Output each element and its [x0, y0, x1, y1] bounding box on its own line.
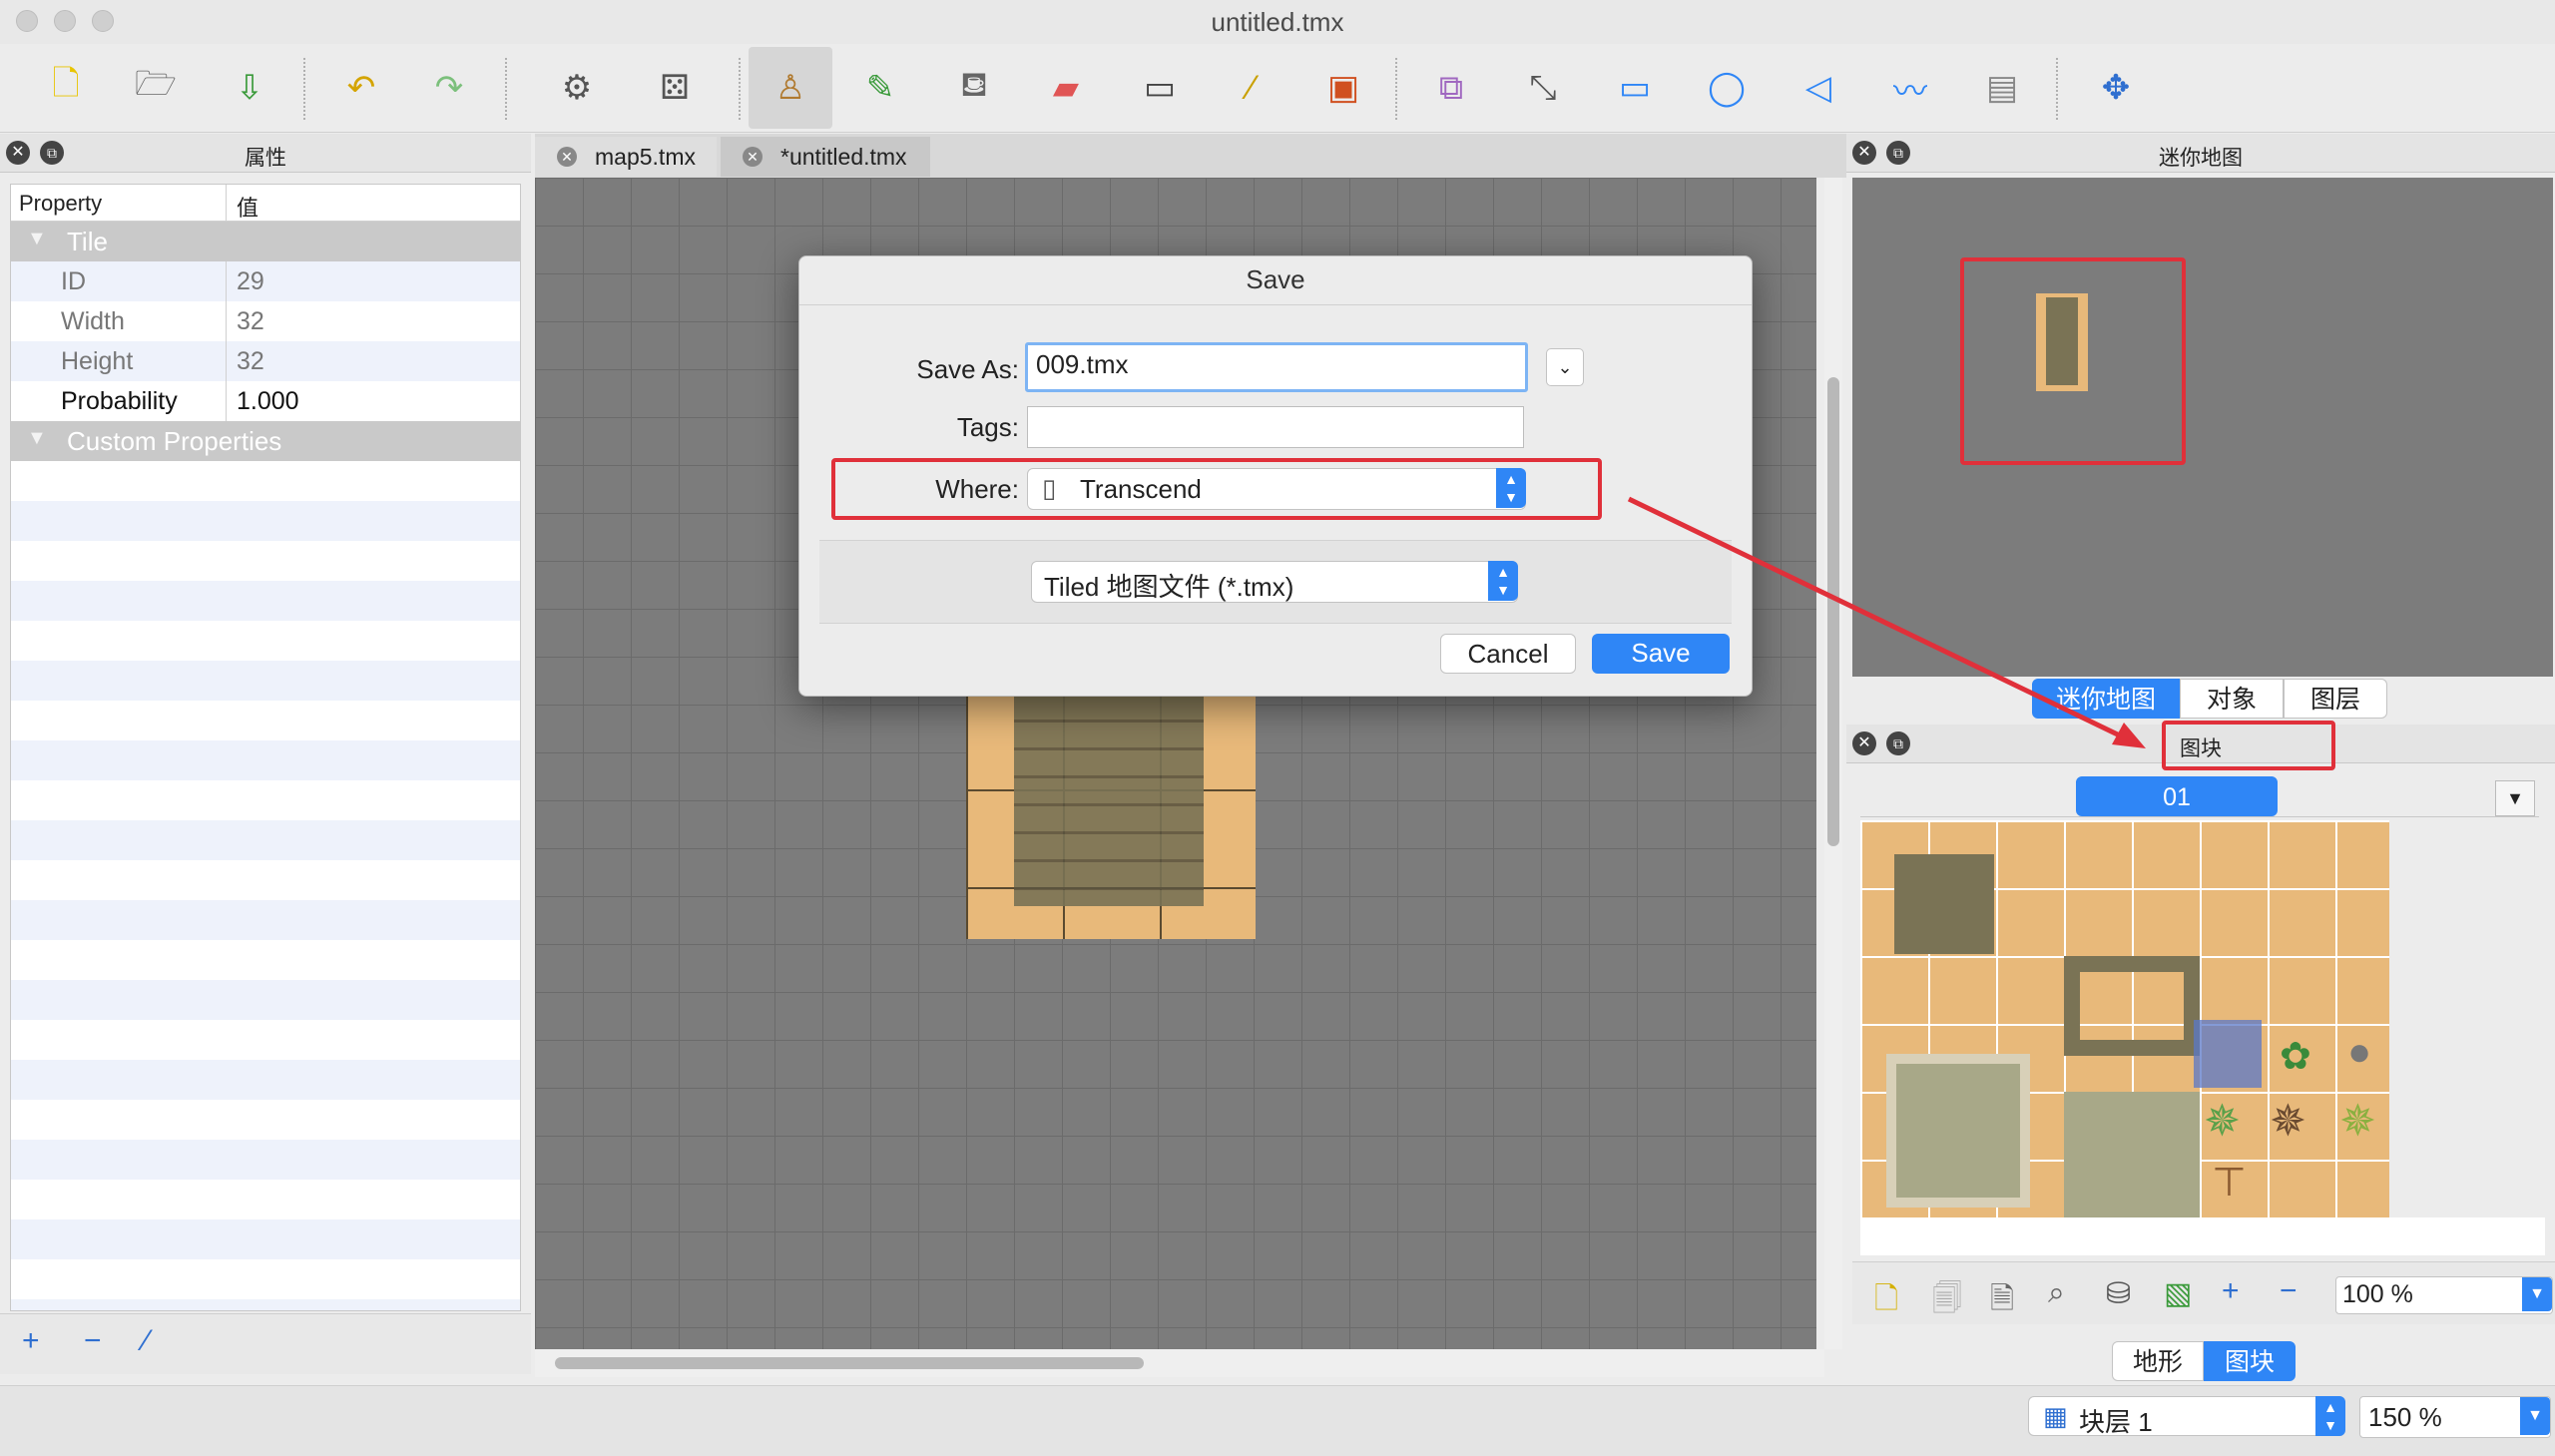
annotation-arrow: [1627, 496, 2146, 748]
